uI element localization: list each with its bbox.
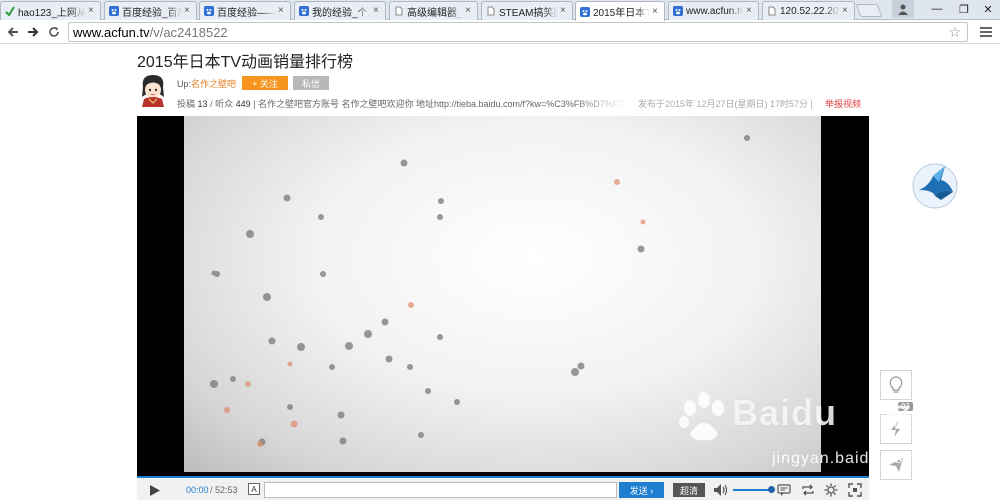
back-button[interactable] [4,23,22,41]
side-count-badge: 93 [898,402,913,411]
tab-label: 120.52.22.20 [780,5,839,17]
new-tab-button[interactable] [855,4,883,17]
lightbulb-icon [889,376,903,393]
tab-label: 我的经验_个人 [312,7,371,19]
close-icon[interactable]: × [842,6,850,16]
danmu-toggle-icon[interactable] [777,483,791,497]
baidu-icon [109,6,119,16]
browser-window: hao123_上网从 × 百度经验_百度 × 百度经验——实 × 我的经验_个人… [0,0,1000,500]
uploader-name-link[interactable]: 名作之壁吧 [191,79,236,89]
video-particles [210,135,750,447]
tab-label: hao123_上网从 [18,7,86,19]
forward-button[interactable] [24,23,42,41]
lightning-icon [891,421,901,437]
publish-date: 发布于2015年 12月27日(星期日) 17时57分 | [638,99,813,109]
close-icon[interactable]: × [746,6,754,16]
minimize-button[interactable]: — [926,0,948,18]
uploader-line: Up:名作之壁吧 [177,77,236,90]
play-icon [150,484,160,496]
url-host: www.acfun.tv [73,24,150,40]
send-button[interactable]: 发送 › [619,482,664,498]
url-path: /v/ac2418522 [149,24,228,40]
bookmark-star-icon[interactable]: ☆ [948,24,961,41]
flash-button[interactable] [880,414,912,444]
tab-3[interactable]: 我的经验_个人 × [294,1,386,20]
close-icon[interactable]: × [278,6,286,16]
tab-6[interactable]: 2015年日本TV × [575,1,665,21]
play-button[interactable] [145,481,165,499]
listeners-label: / 听众 [210,99,234,109]
side-toolbar: 93 [880,370,913,480]
posts-label: 投稿 [177,99,196,109]
baidu-icon [673,6,683,16]
volume-slider[interactable] [733,489,773,491]
arrow-right-icon [28,27,39,37]
page-icon [394,6,404,16]
tab-1[interactable]: 百度经验_百度 × [104,1,197,20]
tab-label: STEAM搞笑图 [499,7,558,19]
avatar[interactable] [137,73,169,107]
idea-button[interactable] [880,370,912,400]
close-icon[interactable]: × [373,6,381,16]
tab-5[interactable]: STEAM搞笑图 × [481,1,573,20]
page-content: 2015年日本TV动画销量排行榜 Up:名作之壁吧 + 关注 私信 投稿 13 … [0,45,1000,500]
tab-label: 百度经验_百度 [122,7,182,19]
fullscreen-icon[interactable] [848,483,862,497]
video-meta: 投稿 13 / 听众 449 | 名作之壁吧官方账号 名作之壁吧欢迎你 地址ht… [177,97,627,110]
hao-icon [5,6,15,16]
close-icon[interactable]: × [184,6,192,16]
video-title: 2015年日本TV动画销量排行榜 [137,54,354,71]
video-player[interactable]: 00:00 / 52:53 A 发送 › 超清 [137,116,869,500]
report-video-link[interactable]: 举报视频 [825,97,861,110]
tab-label: www.acfun.tv [686,5,744,17]
bird-icon[interactable] [911,162,959,210]
tab-label: 百度经验——实 [217,7,276,19]
tab-0[interactable]: hao123_上网从 × [0,1,101,20]
baidu-icon [299,6,309,16]
tab-8[interactable]: 120.52.22.20 × [762,1,855,20]
menu-icon[interactable] [978,25,994,39]
close-icon[interactable]: × [652,6,660,17]
user-icon[interactable] [892,0,914,18]
settings-gear-icon[interactable] [824,483,838,497]
quality-button[interactable]: 超清 [673,483,705,497]
player-controls: 00:00 / 52:53 A 发送 › 超清 [137,476,869,500]
baidu-icon [580,6,590,17]
page-icon [767,6,777,16]
uploader-description: | 名作之壁吧官方账号 名作之壁吧欢迎你 地址http://tieba.baid… [253,99,624,109]
loop-icon[interactable] [801,483,815,497]
posts-count: 13 [197,99,208,109]
tab-label: 高级编辑器_经 [407,7,463,19]
close-icon[interactable]: × [465,6,473,16]
private-message-button[interactable]: 私信 [293,76,329,90]
volume-icon[interactable] [713,483,729,497]
maximize-button[interactable]: ❐ [953,0,975,18]
browser-toolbar: www.acfun.tv/v/ac2418522 ☆ [0,20,1000,44]
total-time: / 52:53 [210,485,238,495]
tab-4[interactable]: 高级编辑器_经 × [389,1,478,20]
follow-button[interactable]: + 关注 [242,76,288,90]
listeners-count: 449 [235,99,251,109]
close-window-button[interactable]: ✕ [976,0,1000,18]
baidu-icon [204,6,214,16]
close-icon[interactable]: × [88,6,96,16]
send-arrow-icon [889,458,903,472]
close-icon[interactable]: × [560,6,568,16]
uploader-prefix: Up: [177,79,192,89]
current-time: 00:00 [186,485,209,495]
tab-strip: hao123_上网从 × 百度经验_百度 × 百度经验——实 × 我的经验_个人… [0,0,1000,21]
video-frame[interactable] [184,116,821,472]
volume-knob[interactable] [768,486,775,493]
page-icon [486,6,496,16]
danmu-style-button[interactable]: A [248,483,260,495]
reload-icon [49,27,59,37]
address-bar[interactable]: www.acfun.tv/v/ac2418522 ☆ [68,22,968,42]
tab-7[interactable]: www.acfun.tv × [668,1,759,20]
danmu-input[interactable] [264,482,617,498]
tab-2[interactable]: 百度经验——实 × [199,1,291,20]
arrow-left-icon [7,27,18,37]
share-button[interactable] [880,450,912,480]
tab-label: 2015年日本TV [593,8,650,19]
reload-button[interactable] [45,23,63,41]
